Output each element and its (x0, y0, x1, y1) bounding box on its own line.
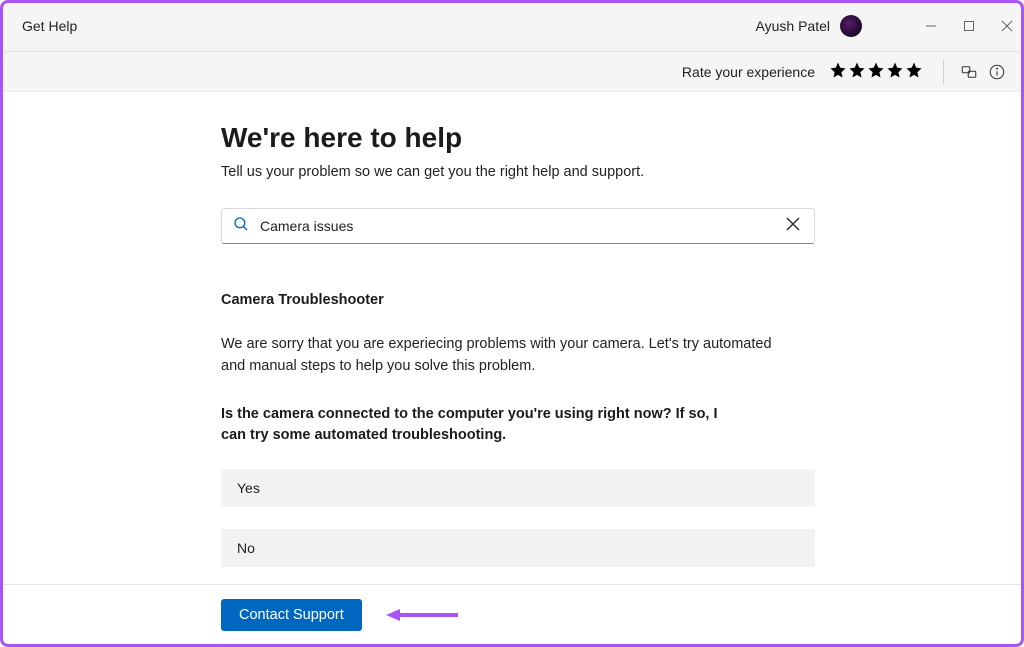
page-subheading: Tell us your problem so we can get you t… (221, 164, 815, 180)
search-icon (232, 215, 250, 238)
feedback-icon[interactable] (960, 63, 978, 81)
search-input[interactable] (260, 218, 782, 234)
answer-yes-button[interactable]: Yes (221, 469, 815, 507)
maximize-button[interactable] (962, 19, 976, 33)
titlebar: Get Help Ayush Patel (0, 0, 1024, 52)
user-name: Ayush Patel (756, 18, 830, 34)
arrow-annotation-icon (386, 607, 458, 623)
footer: Contact Support (3, 584, 1021, 644)
troubleshooter-question: Is the camera connected to the computer … (221, 404, 721, 448)
rate-label: Rate your experience (682, 64, 815, 80)
answer-no-button[interactable]: No (221, 529, 815, 567)
main-content: We're here to help Tell us your problem … (221, 122, 815, 567)
avatar (840, 15, 862, 37)
troubleshooter-description: We are sorry that you are experiecing pr… (221, 334, 781, 378)
user-chip[interactable]: Ayush Patel (756, 15, 862, 37)
clear-icon[interactable] (782, 213, 804, 240)
star-icon[interactable] (848, 61, 866, 82)
page-heading: We're here to help (221, 122, 815, 154)
star-icon[interactable] (829, 61, 847, 82)
star-icon[interactable] (886, 61, 904, 82)
rating-bar: Rate your experience (0, 52, 1024, 92)
troubleshooter-title: Camera Troubleshooter (221, 292, 815, 308)
info-icon[interactable] (988, 63, 1006, 81)
rating-stars[interactable] (829, 61, 923, 82)
close-button[interactable] (1000, 19, 1014, 33)
minimize-button[interactable] (924, 19, 938, 33)
app-name: Get Help (22, 18, 77, 34)
divider (943, 60, 944, 84)
contact-support-button[interactable]: Contact Support (221, 599, 362, 631)
search-box[interactable] (221, 208, 815, 244)
star-icon[interactable] (905, 61, 923, 82)
star-icon[interactable] (867, 61, 885, 82)
